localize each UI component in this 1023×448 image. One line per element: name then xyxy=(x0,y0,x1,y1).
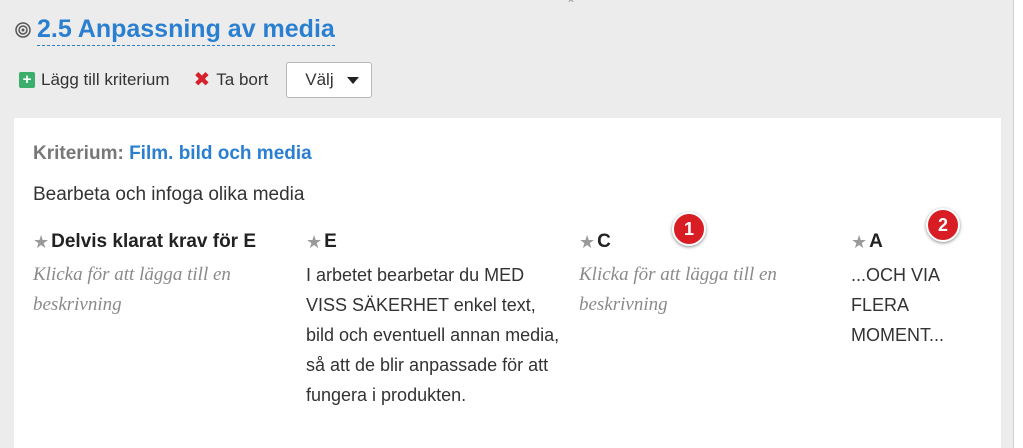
section-title[interactable]: 2.5 Anpassning av media xyxy=(37,14,335,46)
level-description[interactable]: I arbetet bearbetar du MED VISS SÄKERHET… xyxy=(306,260,568,410)
level-column-e: ★ E I arbetet bearbetar du MED VISS SÄKE… xyxy=(306,228,568,410)
criterion-panel: Kriterium: Film. bild och media Bearbeta… xyxy=(14,118,1001,448)
star-icon: ★ xyxy=(579,231,596,252)
close-icon: ✖ xyxy=(193,69,211,91)
window-edge xyxy=(1014,0,1023,448)
delete-button[interactable]: ✖ Ta bort xyxy=(194,70,269,90)
level-heading-text: A xyxy=(869,231,883,252)
resize-handle-icon[interactable]: ⌃ xyxy=(560,0,582,10)
level-heading-text: C xyxy=(597,231,611,252)
callout-badge-1: 1 xyxy=(672,212,706,246)
choose-select-value: Välj xyxy=(305,70,334,89)
level-description-placeholder[interactable]: Klicka för att lägga till en beskrivning xyxy=(579,260,829,320)
callout-badge-2: 2 xyxy=(926,208,960,242)
level-column-a: ★ A ...OCH VIA FLERA MOMENT... xyxy=(851,228,1001,350)
target-icon xyxy=(15,22,31,38)
criteria-section: ⌃ 2.5 Anpassning av media + Lägg till kr… xyxy=(0,0,1014,448)
level-description-placeholder[interactable]: Klicka för att lägga till en beskrivning xyxy=(33,260,283,320)
delete-label: Ta bort xyxy=(216,70,269,89)
level-column-c: ★ C Klicka för att lägga till en beskriv… xyxy=(579,228,829,320)
add-criterion-button[interactable]: + Lägg till kriterium xyxy=(19,70,170,90)
add-criterion-label: Lägg till kriterium xyxy=(41,70,170,89)
toolbar: + Lägg till kriterium ✖ Ta bort Välj xyxy=(19,62,373,98)
star-icon: ★ xyxy=(851,231,868,252)
level-column-partial: ★ Delvis klarat krav för E Klicka för at… xyxy=(33,228,283,320)
level-heading-text: E xyxy=(324,231,337,252)
criterion-line: Kriterium: Film. bild och media xyxy=(33,143,312,165)
level-heading: ★ Delvis klarat krav för E xyxy=(33,228,283,256)
criterion-description[interactable]: Bearbeta och infoga olika media xyxy=(33,184,304,206)
criterion-label: Kriterium: xyxy=(33,143,124,164)
chevron-down-icon xyxy=(347,76,360,84)
level-heading-text: Delvis klarat krav för E xyxy=(51,231,257,252)
level-heading: ★ A xyxy=(851,228,1001,256)
star-icon: ★ xyxy=(306,231,323,252)
criterion-name[interactable]: Film. bild och media xyxy=(129,143,312,164)
star-icon: ★ xyxy=(33,231,50,252)
choose-select[interactable]: Välj xyxy=(286,62,373,98)
level-heading: ★ E xyxy=(306,228,568,256)
level-description[interactable]: ...OCH VIA FLERA MOMENT... xyxy=(851,260,1001,350)
plus-icon: + xyxy=(19,72,35,88)
section-header: 2.5 Anpassning av media xyxy=(15,14,335,46)
